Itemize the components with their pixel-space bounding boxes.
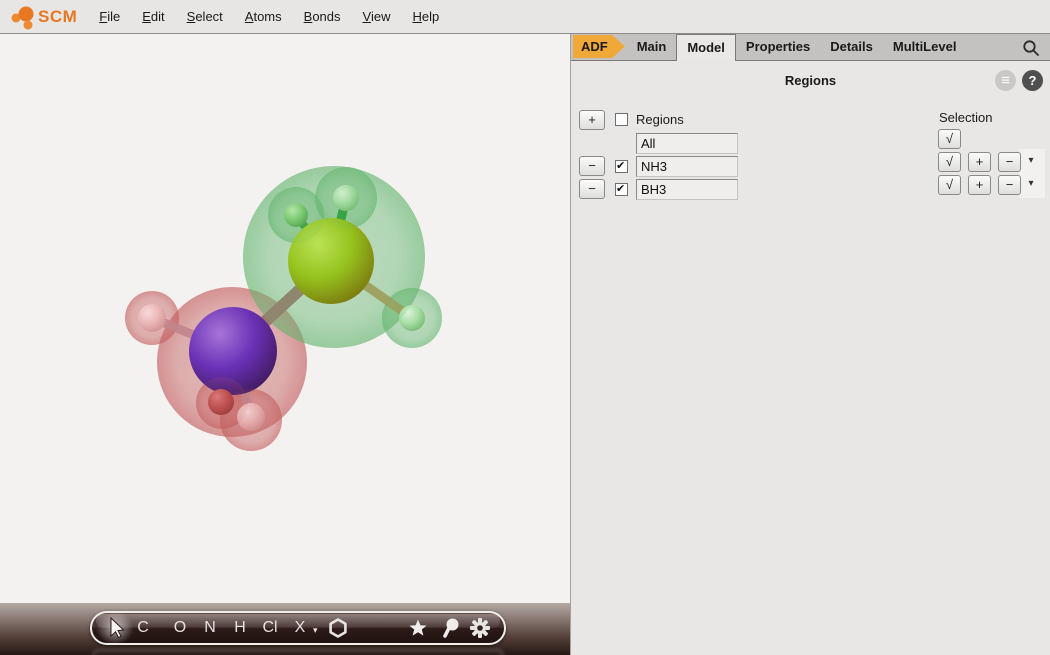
add-region-button[interactable]: + (579, 110, 605, 130)
star-tool-icon[interactable] (408, 613, 428, 643)
regions-label: Regions (636, 112, 684, 127)
toolbar-reflection (92, 649, 504, 655)
menu-item-file[interactable]: File (91, 9, 128, 24)
pointer-tool-icon[interactable] (104, 613, 126, 643)
element-dropdown-icon[interactable]: ▾ (313, 625, 318, 636)
region-name-field-all[interactable] (636, 133, 738, 154)
region-sphere-green-front (382, 288, 442, 348)
selection-add-bh3-button[interactable]: + (968, 175, 991, 195)
panel-menu-icon[interactable]: ≡ (995, 70, 1016, 91)
tab-multilevel[interactable]: MultiLevel (883, 33, 967, 60)
molecule-viewport[interactable]: C O N H Cl X ▾ (0, 34, 570, 655)
remove-region-bh3-button[interactable]: − (579, 179, 605, 199)
molecule-canvas (0, 34, 570, 655)
menu-item-select[interactable]: Select (179, 9, 231, 24)
ring-tool-icon[interactable] (328, 613, 348, 643)
menu-bar: SCM File Edit Select Atoms Bonds View He… (0, 0, 1050, 34)
element-x-button[interactable]: X (295, 613, 306, 643)
remove-region-nh3-button[interactable]: − (579, 156, 605, 176)
element-c-button[interactable]: C (137, 613, 149, 643)
region-bh3-checkbox[interactable] (615, 183, 628, 196)
selection-remove-bh3-button[interactable]: − (998, 175, 1021, 195)
selection-remove-nh3-button[interactable]: − (998, 152, 1021, 172)
region-sphere-green-front (315, 167, 377, 229)
selection-check-nh3-button[interactable]: √ (938, 152, 961, 172)
menu-item-atoms[interactable]: Atoms (237, 9, 290, 24)
gear-tool-icon[interactable] (469, 613, 491, 643)
selection-check-all-button[interactable]: √ (938, 129, 961, 149)
scm-logo-icon (6, 0, 36, 34)
scm-logo: SCM (6, 0, 77, 34)
element-n-button[interactable]: N (204, 613, 216, 643)
selection-label: Selection (939, 110, 992, 125)
region-name-field-bh3[interactable] (636, 179, 738, 200)
tab-model[interactable]: Model (676, 34, 736, 61)
selection-add-nh3-button[interactable]: + (968, 152, 991, 172)
tab-details[interactable]: Details (820, 33, 883, 60)
menu-item-help[interactable]: Help (404, 9, 447, 24)
panel-tab-bar: ADF Main Model Properties Details MultiL… (571, 34, 1050, 61)
menu-item-bonds[interactable]: Bonds (296, 9, 349, 24)
viewport-toolbar: C O N H Cl X ▾ (90, 611, 506, 645)
tab-properties[interactable]: Properties (736, 33, 820, 60)
region-name-field-nh3[interactable] (636, 156, 738, 177)
region-nh3-checkbox[interactable] (615, 160, 628, 173)
menu-item-view[interactable]: View (355, 9, 399, 24)
element-o-button[interactable]: O (174, 613, 186, 643)
panel-title: Regions (571, 73, 1050, 88)
element-h-button[interactable]: H (234, 613, 246, 643)
menu-item-edit[interactable]: Edit (134, 9, 172, 24)
region-sphere-red-front (220, 389, 282, 451)
tab-main[interactable]: Main (627, 33, 677, 60)
regions-header-checkbox[interactable] (615, 113, 628, 126)
scm-logo-text: SCM (38, 7, 77, 27)
settings-panel: ADF Main Model Properties Details MultiL… (570, 34, 1050, 655)
regions-panel: Regions ≡ ? + Regions Selection √ − √ + … (571, 61, 1050, 655)
selection-dropdown-bh3-icon[interactable]: ▾ (1023, 178, 1039, 194)
tab-adf[interactable]: ADF (573, 35, 625, 58)
help-icon[interactable]: ? (1022, 70, 1043, 91)
region-sphere-red-front (125, 291, 179, 345)
region-spheres-front (125, 166, 442, 451)
search-icon[interactable] (1022, 39, 1040, 60)
balloon-tool-icon[interactable] (440, 613, 460, 643)
selection-check-bh3-button[interactable]: √ (938, 175, 961, 195)
element-cl-button[interactable]: Cl (262, 613, 277, 643)
selection-dropdown-nh3-icon[interactable]: ▾ (1023, 155, 1039, 171)
